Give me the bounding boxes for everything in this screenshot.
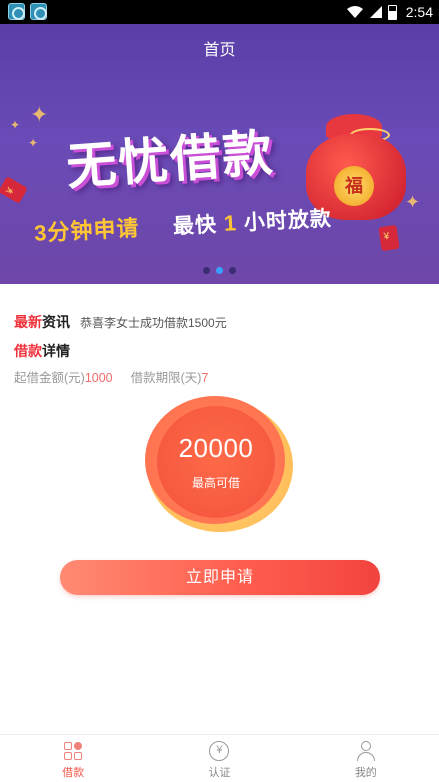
app-icon	[30, 3, 47, 20]
red-envelope-icon	[0, 176, 28, 204]
header-banner[interactable]: 首页 ✦ ✦ ✦ ✦ 无忧借款 福 3分钟申请 最快 1 小时放款	[0, 24, 439, 284]
person-icon	[356, 741, 376, 761]
app-icon	[8, 3, 25, 20]
red-envelope-icon	[378, 224, 400, 252]
carousel-dot[interactable]	[203, 267, 210, 274]
min-amount-value: 1000	[84, 371, 113, 385]
banner-headline: 无忧借款	[64, 124, 276, 196]
yuan-coin-icon: ¥	[209, 741, 230, 761]
sparkle-icon: ✦	[10, 118, 21, 132]
signal-icon	[369, 6, 382, 18]
banner-sub-release: 小时放款	[243, 207, 333, 235]
tab-certify-label: 认证	[208, 767, 231, 779]
page-title: 首页	[203, 42, 236, 59]
max-amount: 20000	[178, 433, 254, 463]
loan-params: 起借金额(元)1000 借款期限(天)7	[14, 367, 208, 386]
banner-sub-hours: 1	[223, 210, 238, 236]
loan-icon	[63, 741, 83, 761]
status-bar: 2:54	[0, 0, 439, 24]
detail-tag-red: 借款	[14, 343, 42, 359]
tab-loan-label: 借款	[62, 767, 85, 779]
loan-term-value: 7	[201, 371, 209, 385]
news-ticker[interactable]: 最新 资讯 恭喜李女士成功借款1500元	[14, 312, 227, 332]
status-bar-right: 2:54	[346, 0, 433, 24]
max-amount-label: 最高可借	[191, 476, 240, 490]
coin-icon: 福	[334, 166, 374, 206]
tab-loan[interactable]: 借款	[0, 735, 146, 782]
app-screen: 2:54 首页 ✦ ✦ ✦ ✦ 无忧借款 福 3分钟申请 最快 1 小时放款	[0, 0, 439, 782]
status-time: 2:54	[405, 4, 433, 20]
quota-circle: 20000 最高可借	[145, 396, 295, 536]
loan-detail-heading: 借款详情	[14, 341, 70, 361]
carousel-dot-active[interactable]	[216, 267, 223, 274]
bottom-tab-bar: 借款 ¥ 认证 我的	[0, 734, 439, 782]
battery-icon	[387, 4, 397, 20]
tab-certify[interactable]: ¥ 认证	[146, 735, 292, 782]
loan-term-label: 借款期限(天)	[130, 371, 202, 385]
banner-sub-fastest: 最快	[172, 213, 218, 239]
carousel-indicator[interactable]	[0, 267, 439, 274]
min-amount: 起借金额(元)1000	[14, 367, 113, 386]
min-amount-label: 起借金额(元)	[14, 371, 85, 385]
banner-subtitle: 3分钟申请 最快 1 小时放款	[33, 200, 333, 248]
detail-tag-dark: 详情	[42, 343, 70, 359]
carousel-dot[interactable]	[229, 267, 236, 274]
tab-mine[interactable]: 我的	[293, 735, 439, 782]
sparkle-icon: ✦	[30, 102, 49, 127]
news-text: 恭喜李女士成功借款1500元	[80, 315, 227, 330]
banner-sub-apply: 3分钟申请	[33, 215, 141, 246]
sparkle-icon: ✦	[28, 136, 39, 150]
tab-mine-label: 我的	[354, 767, 377, 779]
loan-term: 借款期限(天)7	[131, 367, 209, 386]
news-tag-red: 最新	[14, 314, 42, 330]
news-tag-dark: 资讯	[42, 314, 70, 330]
apply-now-button[interactable]: 立即申请	[60, 560, 380, 595]
wifi-icon	[346, 6, 363, 18]
